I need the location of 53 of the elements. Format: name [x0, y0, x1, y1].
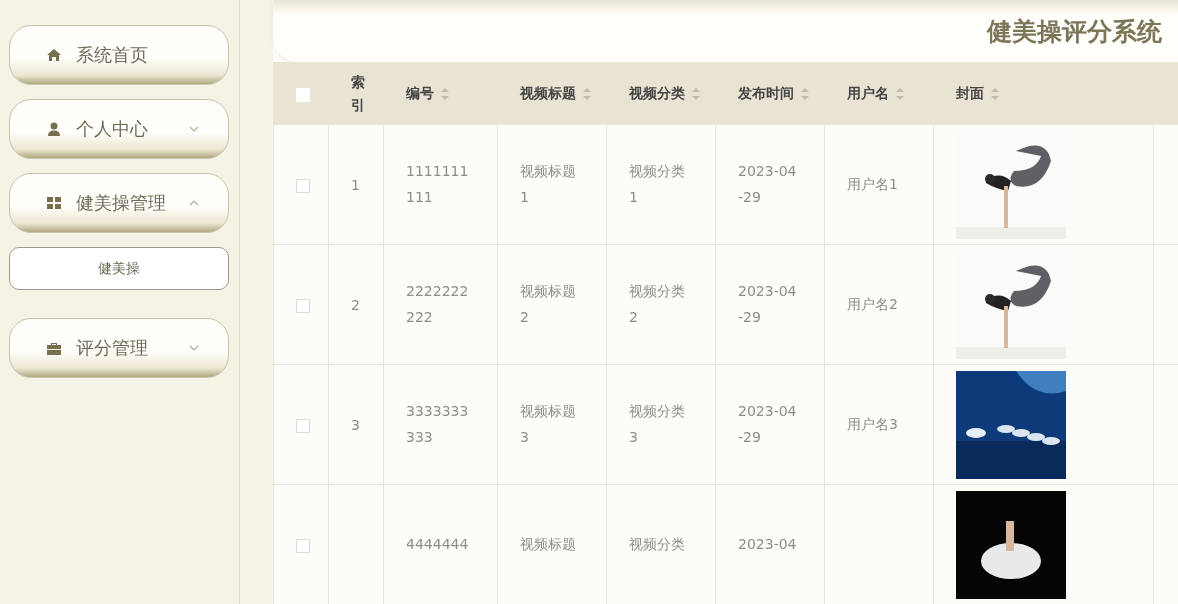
- table-cell-text: 视频分类: [629, 534, 686, 554]
- table-cell-text: 2023-04-29: [738, 401, 798, 447]
- column-header: 视频标题: [520, 84, 576, 103]
- submenu-item[interactable]: 健美操: [9, 247, 229, 290]
- table-cell-text: 2023-04-29: [738, 281, 798, 327]
- column-header: 编号: [406, 84, 434, 103]
- row-checkbox[interactable]: [296, 538, 310, 553]
- briefcase-icon: [46, 340, 62, 356]
- table-cell-text: 用户名3: [847, 414, 899, 434]
- table-cell-text: 视频分类2: [629, 281, 686, 327]
- nav-menu-item[interactable]: 评分管理: [9, 318, 229, 378]
- column-header: 封面: [956, 84, 984, 103]
- table-cell-text: 视频分类1: [629, 161, 686, 207]
- nav-menu-item[interactable]: 个人中心: [9, 99, 229, 159]
- table-cell-text: 视频标题3: [520, 401, 577, 447]
- column-header: 发布时间: [738, 84, 794, 103]
- sort-icon[interactable]: [990, 86, 1000, 101]
- row-checkbox[interactable]: [296, 178, 310, 193]
- row-checkbox[interactable]: [296, 418, 310, 433]
- system-title: 健美操评分系统: [987, 15, 1162, 48]
- table-cell-text: 1111111111: [406, 161, 470, 207]
- table-cell: 3: [351, 416, 360, 433]
- row-checkbox[interactable]: [296, 298, 310, 313]
- table-cell-text: 视频标题1: [520, 161, 577, 207]
- table-cell-text: 视频分类3: [629, 401, 686, 447]
- grid-icon: [46, 195, 62, 211]
- table-cell-text: 2023-04-29: [738, 161, 798, 207]
- table-cell-text: 2222222222: [406, 281, 470, 327]
- caret-up-icon: [188, 199, 200, 207]
- table-cell-text: 4444444: [406, 534, 470, 554]
- nav-menu-item[interactable]: 系统首页: [9, 25, 229, 85]
- column-header: 用户名: [847, 84, 889, 103]
- select-all-checkbox[interactable]: [296, 87, 310, 102]
- table-cell-text: 视频标题: [520, 534, 577, 554]
- table-cell-text: 3333333333: [406, 401, 470, 447]
- table-cell: 1: [351, 176, 360, 193]
- table-cell-text: 2023-04: [738, 534, 798, 554]
- caret-down-icon: [188, 344, 200, 352]
- caret-down-icon: [188, 125, 200, 133]
- sort-icon[interactable]: [582, 86, 592, 101]
- column-header: 索引: [351, 73, 365, 115]
- sort-icon[interactable]: [800, 86, 810, 101]
- sort-icon[interactable]: [895, 86, 905, 101]
- home-icon: [46, 47, 62, 63]
- nav-menu-item[interactable]: 健美操管理: [9, 173, 229, 233]
- table-cell-text: 视频标题2: [520, 281, 577, 327]
- sort-icon[interactable]: [440, 86, 450, 101]
- table-cell-text: 用户名1: [847, 174, 899, 194]
- user-icon: [46, 121, 62, 137]
- table-cell-text: 用户名2: [847, 294, 899, 314]
- column-header: 视频分类: [629, 84, 685, 103]
- sort-icon[interactable]: [691, 86, 701, 101]
- table-cell: 2: [351, 296, 360, 313]
